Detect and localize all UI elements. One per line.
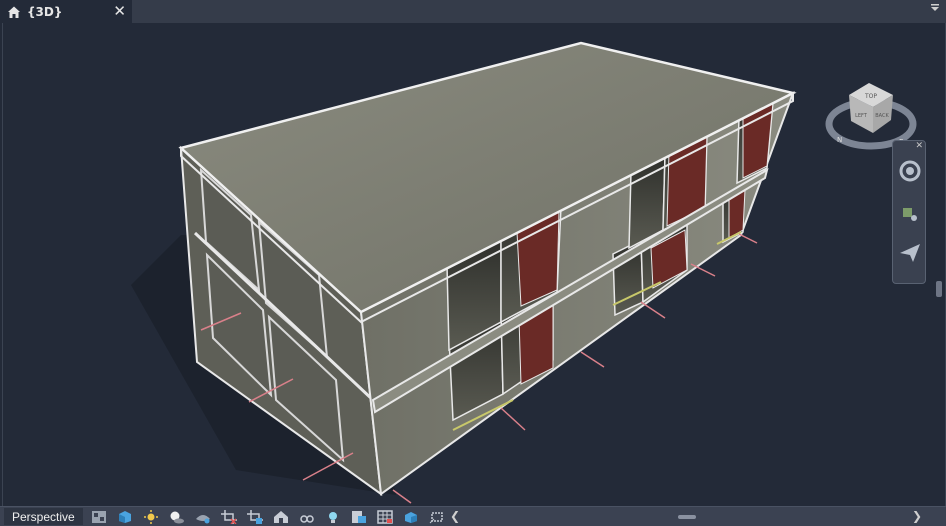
- rendering-icon[interactable]: [193, 509, 213, 525]
- steering-wheel-icon[interactable]: [898, 159, 922, 183]
- sun-path-icon[interactable]: [141, 509, 161, 525]
- viewcube-back-label: BACK: [875, 113, 889, 119]
- zoom-icon[interactable]: [898, 203, 922, 227]
- orbit-icon[interactable]: [898, 241, 922, 265]
- viewcube-top-label: TOP: [864, 93, 877, 100]
- analytical-model-icon[interactable]: [401, 509, 421, 525]
- home-icon: [8, 6, 20, 18]
- view-mode-label: Perspective: [12, 509, 75, 524]
- navbar-close-icon[interactable]: ✕: [915, 141, 923, 151]
- tab-title: {3D}: [27, 4, 63, 19]
- shadows-icon[interactable]: [167, 509, 187, 525]
- show-crop-region-icon[interactable]: [245, 509, 265, 525]
- horizontal-scrollbar[interactable]: ❮ ❯: [448, 509, 926, 523]
- design-options-icon[interactable]: [375, 509, 395, 525]
- vertical-scrollbar-thumb[interactable]: [936, 281, 942, 297]
- tab-menu-icon[interactable]: [930, 3, 940, 13]
- scroll-left-icon[interactable]: ❮: [450, 509, 460, 523]
- crop-view-icon[interactable]: [219, 509, 239, 525]
- viewcube-left-label: LEFT: [855, 113, 868, 119]
- scroll-right-icon[interactable]: ❯: [912, 509, 922, 523]
- 3d-viewport[interactable]: TOP LEFT BACK N E: [2, 23, 946, 506]
- compass-n-label: N: [837, 136, 842, 144]
- reveal-hidden-icon[interactable]: [323, 509, 343, 525]
- temporary-hide-icon[interactable]: [297, 509, 317, 525]
- detail-level-icon[interactable]: [89, 509, 109, 525]
- horizontal-scrollbar-thumb[interactable]: [678, 515, 696, 519]
- visual-style-icon[interactable]: [115, 509, 135, 525]
- highlight-displacement-icon[interactable]: [427, 509, 447, 525]
- view-mode-button[interactable]: Perspective: [4, 508, 83, 525]
- view-tab-bar: {3D} ✕: [0, 0, 946, 23]
- worksharing-icon[interactable]: [349, 509, 369, 525]
- view-tab-3d[interactable]: {3D} ✕: [0, 0, 132, 23]
- unlock-3d-view-icon[interactable]: [271, 509, 291, 525]
- building-model[interactable]: [3, 23, 945, 506]
- navigation-bar: ✕: [892, 140, 926, 284]
- tab-close-icon[interactable]: ✕: [113, 3, 126, 19]
- view-control-bar: Perspective ❮ ❯: [0, 506, 946, 526]
- view-tools: [89, 509, 453, 525]
